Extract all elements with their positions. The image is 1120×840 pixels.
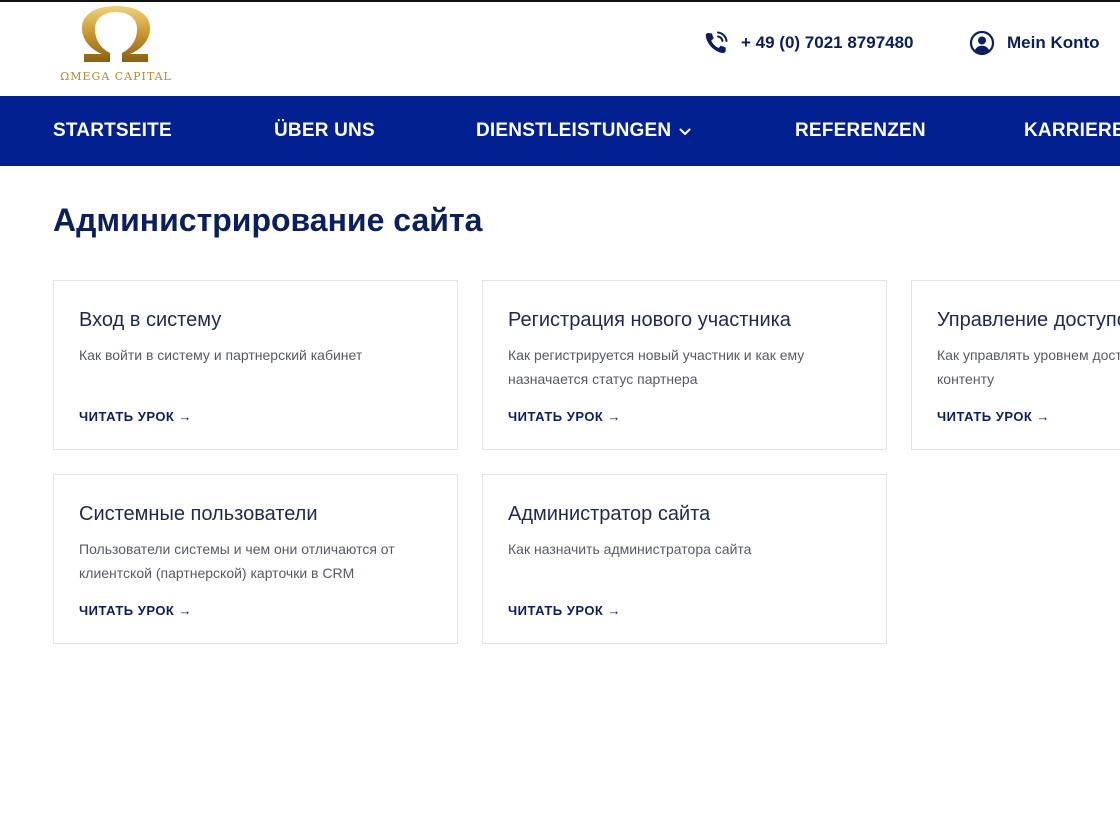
nav-item-label: DIENSTLEISTUNGEN	[476, 120, 672, 142]
read-lesson-link[interactable]: ЧИТАТЬ УРОК →	[79, 409, 192, 424]
phone-number: + 49 (0) 7021 8797480	[741, 33, 914, 52]
card-description: Как регистрируется новый участник и как …	[508, 347, 805, 387]
card-description: Как назначить администратора сайта	[508, 541, 752, 557]
nav-item-startseite[interactable]: STARTSEITE	[53, 96, 172, 166]
lesson-card: Вход в систему Как войти в систему и пар…	[53, 280, 458, 450]
nav-item-dienstleistungen[interactable]: DIENSTLEISTUNGEN	[476, 96, 691, 166]
card-title: Администратор сайта	[508, 503, 711, 525]
site-header: ΩMEGA CAPITAL + 49 (0) 7021 8797480 Mein…	[0, 2, 1120, 96]
omega-logo-icon	[82, 6, 150, 62]
main-nav: STARTSEITE ÜBER UNS DIENSTLEISTUNGEN REF…	[0, 96, 1120, 166]
card-title: Системные пользователи	[79, 503, 318, 525]
account-link[interactable]: Mein Konto	[969, 28, 1100, 58]
nav-item-karriere[interactable]: KARRIERE	[1024, 96, 1120, 166]
read-lesson-link[interactable]: ЧИТАТЬ УРОК →	[79, 603, 192, 618]
logo-text: ΩMEGA CAPITAL	[60, 70, 172, 83]
logo[interactable]: ΩMEGA CAPITAL	[56, 4, 176, 88]
lesson-card: Администратор сайта Как назначить админи…	[482, 474, 887, 644]
read-lesson-link[interactable]: ЧИТАТЬ УРОК →	[508, 603, 621, 618]
lesson-card: Управление доступом Как управлять уровне…	[911, 280, 1120, 450]
card-title: Вход в систему	[79, 309, 222, 331]
card-description: Как управлять уровнем доступа к аккаунту…	[937, 347, 1120, 387]
read-lesson-link[interactable]: ЧИТАТЬ УРОК →	[508, 409, 621, 424]
account-label: Mein Konto	[1007, 33, 1100, 52]
chevron-down-icon	[679, 96, 691, 166]
nav-item-referenzen[interactable]: REFERENZEN	[795, 96, 926, 166]
phone-link[interactable]: + 49 (0) 7021 8797480	[703, 28, 914, 58]
card-title: Управление доступом	[937, 309, 1120, 331]
read-lesson-link[interactable]: ЧИТАТЬ УРОК →	[937, 409, 1050, 424]
user-icon	[969, 30, 995, 56]
page-title: Администрирование сайта	[53, 202, 483, 238]
card-description: Как войти в систему и партнерский кабине…	[79, 347, 363, 363]
card-title: Регистрация нового участника	[508, 309, 791, 331]
phone-icon	[705, 31, 728, 54]
card-description: Пользователи системы и чем они отличаютс…	[79, 541, 395, 581]
lesson-card: Регистрация нового участника Как регистр…	[482, 280, 887, 450]
lesson-card: Системные пользователи Пользователи сист…	[53, 474, 458, 644]
nav-item-ueber-uns[interactable]: ÜBER UNS	[274, 96, 375, 166]
